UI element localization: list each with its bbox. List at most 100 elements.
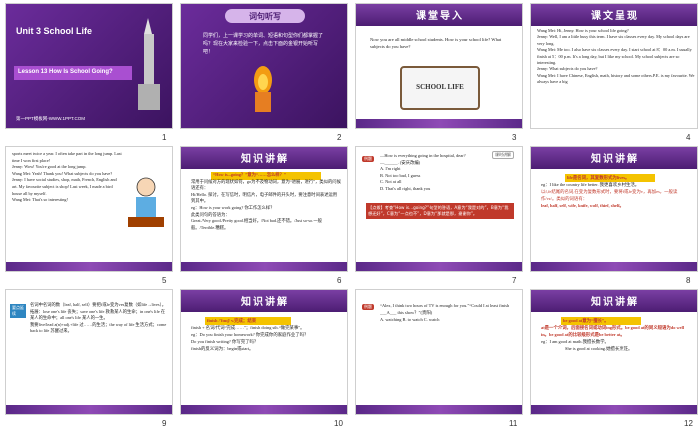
explanation-line: 我要live/lead a(n)+adj.+life 过……的生活；the wa… [30, 321, 167, 334]
explanation-line: Great./Very good./Pretty good.相当好。/Not b… [191, 218, 322, 230]
slide-2-body: 同学们，上一课学习的单词、短语和句型你们都掌握了吗？现在大家来检验一下，点击下面… [203, 33, 324, 55]
slide-8-title: 知识讲解 [591, 154, 639, 165]
slide-number-10: 10 [334, 419, 343, 428]
slide-11-footer-bar [356, 405, 522, 414]
slide-10-footer-bar [181, 405, 347, 414]
question-line: —______. (安庆改编) [380, 159, 421, 165]
slide-4-body: Wang Mei: Hi, Jenny. How is your school … [537, 28, 695, 86]
explanation-line: 名词中名词的数（leaf, half, self）要把f或fe变为ves复数（如… [30, 302, 167, 307]
slide-1-lesson-title: Lesson 13 How Is School Going? [18, 69, 113, 75]
slide-3-footer-bar [356, 119, 522, 128]
slide-7-footer-bar [356, 262, 522, 271]
explanation-line: 以f,fe结尾的名词,在变为复数形式时，要将f或fe变为v，再加es，一般读作/… [541, 189, 678, 201]
slide-9-footer-bar [6, 405, 172, 414]
school-life-board: SCHOOL LIFE [400, 66, 480, 110]
tip-box: 【点拨】考查“How is...going?”句型的答语，A意为“我是对的”，B… [366, 203, 514, 219]
statue-image [130, 14, 166, 110]
slide-thumbnail-7[interactable]: 课时讲解 例题 —How is everything going in the … [355, 146, 523, 272]
dialog-line: Jenny: Wow! You're good at the long jump… [12, 164, 87, 170]
slide-4-title: 课文呈现 [591, 11, 639, 22]
option-line: A. watching B. to watch C. watch [380, 317, 440, 322]
dialog-line: Wang Mei: I have Chinese, English, math,… [537, 72, 695, 85]
explanation-line: 拓展：lose one's life 丧失；save one's life 救救… [30, 308, 166, 321]
slide-12-body: be good at意为“擅长”。 at是一个介词，后面接名词或动词ing形式。… [541, 317, 691, 352]
slide-number-3: 3 [512, 133, 517, 142]
explanation-line: at是一个介词，后面接名词或动词ing形式。be good at的同义短语为do… [541, 325, 685, 337]
slide-number-7: 7 [512, 276, 517, 285]
question-line: “Alex, I think two hours of TV is enough… [380, 303, 510, 315]
candle-icon [243, 64, 283, 114]
key-point: be good at意为“擅长”。 [563, 318, 609, 323]
example-line: eg：I like the country life better. 我更喜欢乡… [541, 182, 640, 187]
example-line: Do you finish writing? 你写完了吗？ [191, 339, 259, 344]
example-line: eg：I am good at math.我擅长数学。 [541, 339, 609, 344]
explanation-line: Hi/Hello. 探讨，在写信时，明信片，电子邮件的开头时，要注意时间表述运用… [191, 191, 338, 204]
slide-8-body: life是名词，其复数形式为lives。 eg：I like the count… [541, 174, 691, 209]
dialog-line: Wang Mei: Me too. I also have six classe… [537, 47, 692, 66]
option-line: D. That's all right, thank you [380, 185, 431, 191]
slide-thumbnail-3[interactable]: 课堂导入 Now you are all middle school stude… [355, 3, 523, 129]
explanation-line: finish的反义词为：begin或start。 [191, 346, 254, 351]
slide-thumbnail-12[interactable]: 知识讲解 be good at意为“擅长”。 at是一个介词，后面接名词或动词i… [530, 289, 698, 415]
board-text: SCHOOL LIFE [416, 83, 464, 91]
example-tag: 例题 [362, 304, 374, 310]
slide-thumbnail-9[interactable]: 要点延续 名词中名词的数（leaf, half, self）要把f或fe变为ve… [5, 289, 173, 415]
slide-6-title: 知识讲解 [241, 154, 289, 165]
slide-5-footer-bar [6, 262, 172, 271]
slide-11-body: “Alex, I think two hours of TV is enough… [380, 302, 518, 323]
slide-number-12: 12 [684, 419, 693, 428]
slide-7-body: —How is everything going in the hospital… [380, 153, 518, 193]
key-memo-tag: 要点延续 [10, 304, 26, 318]
dialog-line: Wang Mei: Yeah! Thank you! What subjects… [12, 170, 113, 176]
option-line: A. I'm right [380, 166, 401, 172]
slide-2-title: 词句听写 [249, 12, 281, 21]
key-point: “How is...going？”意为“……怎么样？” [213, 172, 287, 177]
slide-6-body: “How is...going？”意为“……怎么样？” 常用于问候对方的现状如何… [191, 172, 341, 231]
key-point: finish /'fɪnɪʃ/ v.完成；结束 [207, 318, 257, 323]
slide-3-body: Now you are all middle school students. … [370, 37, 502, 49]
slide-sorter-grid: Unit 3 School Life Lesson 13 How Is Scho… [0, 0, 700, 431]
slide-thumbnail-11[interactable]: 例题 “Alex, I think two hours of TV is eno… [355, 289, 523, 415]
explanation-line: finish + 名词/代词“完成……”；finish doing sth.“做… [191, 325, 305, 330]
slide-thumbnail-6[interactable]: 知识讲解 “How is...going？”意为“……怎么样？” 常用于问候对方… [180, 146, 348, 272]
slide-number-5: 5 [162, 276, 167, 285]
explanation-line: leaf, half, self, wife, knife, wolf, thi… [541, 203, 624, 208]
slide-number-2: 2 [337, 133, 342, 142]
dialog-line: sports meet twice a year. I often take p… [12, 151, 122, 163]
slide-thumbnail-5[interactable]: sports meet twice a year. I often take p… [5, 146, 173, 272]
dialog-line: Wang Mei: That's so interesting! [12, 197, 68, 203]
slide-8-footer-bar [531, 262, 697, 271]
slide-thumbnail-1[interactable]: Unit 3 School Life Lesson 13 How Is Scho… [5, 3, 173, 129]
slide-12-footer-bar [531, 405, 697, 414]
explanation-line: 常用于问候对方的现状如何，go为不及物动词，意为“进展，进行”，类似的问候语还有… [191, 178, 341, 191]
student-illustration [124, 173, 168, 233]
slide-thumbnail-10[interactable]: 知识讲解 finish /'fɪnɪʃ/ v.完成；结束 finish + 名词… [180, 289, 348, 415]
slide-thumbnail-4[interactable]: 课文呈现 Wang Mei: Hi, Jenny. How is your sc… [530, 3, 698, 129]
dialog-line: Jenny: Well, I am a little busy this ter… [537, 34, 690, 46]
option-line: B. Not too bad, I guess [380, 172, 421, 178]
slide-number-6: 6 [337, 276, 342, 285]
example-line: eg：Do you finish your homework? 你完成你的家庭作… [191, 332, 309, 337]
slide-number-11: 11 [509, 419, 518, 428]
key-point: life是名词，其复数形式为lives。 [567, 175, 630, 180]
slide-10-body: finish /'fɪnɪʃ/ v.完成；结束 finish + 名词/代词“完… [191, 317, 341, 352]
slide-1-footer: 第一PPT模板网-WWW.1PPT.COM [16, 116, 85, 121]
slide-1-title: Unit 3 School Life [16, 26, 93, 36]
slide-thumbnail-8[interactable]: 知识讲解 life是名词，其复数形式为lives。 eg：I like the … [530, 146, 698, 272]
slide-number-9: 9 [162, 419, 167, 428]
slide-number-1: 1 [162, 133, 167, 142]
slide-3-title: 课堂导入 [416, 11, 464, 22]
option-line: C. Not at all [380, 179, 402, 185]
slide-5-body: sports meet twice a year. I often take p… [12, 151, 122, 204]
slide-thumbnail-2[interactable]: 词句听写 同学们，上一课学习的单词、短语和句型你们都掌握了吗？现在大家来检验一下… [180, 3, 348, 129]
slide-number-8: 8 [686, 276, 691, 285]
example-tag: 例题 [362, 156, 374, 162]
example-line: She is good at cooking.她擅长烹饪。 [565, 346, 633, 351]
question-line: —How is everything going in the hospital… [380, 153, 466, 158]
slide-10-title: 知识讲解 [241, 297, 289, 308]
dialog-line: Jenny: I have social studies, shop, math… [12, 177, 117, 196]
slide-12-title: 知识讲解 [591, 297, 639, 308]
example-line: eg：How is your work going? 你工作怎么样？ [191, 204, 275, 210]
slide-number-4: 4 [686, 133, 691, 142]
slide-6-footer-bar [181, 262, 347, 271]
